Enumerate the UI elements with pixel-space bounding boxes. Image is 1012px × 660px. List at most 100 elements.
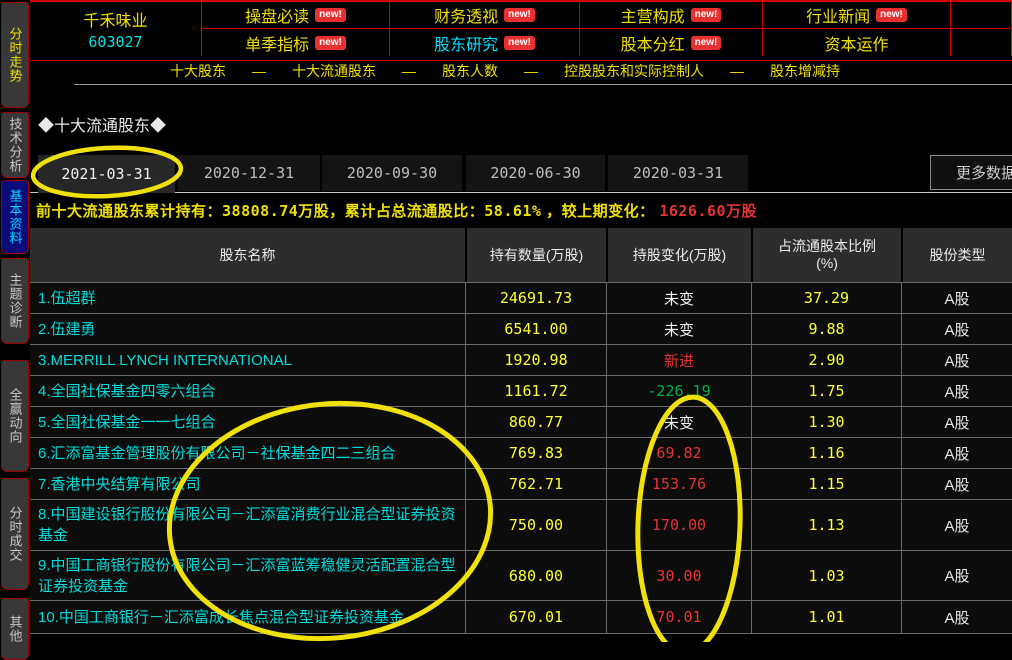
holding-change: 未变 [606, 407, 751, 437]
menu-item-shareholder-research[interactable]: 股东研究 new! [390, 29, 580, 56]
holding-change: -226.19 [606, 376, 751, 406]
col-header-percent: 占流通股本比例 (%) [751, 228, 901, 282]
more-data-button[interactable]: 更多数据 [930, 155, 1012, 190]
sidebar-item-win-trend[interactable]: 全赢动向 [1, 360, 29, 472]
summary-line: 前十大流通股东累计持有：38808.74万股，累计占总流通股比：58.61% ，… [36, 200, 757, 221]
holding-change: 未变 [606, 314, 751, 344]
sidebar-item-tech-analysis[interactable]: 技术分析 [1, 112, 29, 178]
menu-item-must-read[interactable]: 操盘必读 new! [202, 2, 390, 29]
holding-quantity: 680.00 [465, 551, 606, 600]
subnav-holding-changes[interactable]: 股东增减持 [770, 61, 840, 81]
table-row[interactable]: 8.中国建设银行股份有限公司－汇添富消费行业混合型证券投资基金 750.00 1… [30, 499, 1012, 550]
date-tab-2020-06-30[interactable]: 2020-06-30 [466, 155, 605, 191]
menu-item-industry-news[interactable]: 行业新闻 new! [763, 2, 951, 29]
table-row[interactable]: 7. 香港中央结算有限公司 762.71 153.76 1.15 A股 [30, 468, 1012, 499]
new-badge: new! [690, 8, 722, 22]
date-tab-2020-12-31[interactable]: 2020-12-31 [178, 155, 320, 191]
shareholder-name: 2. 伍建勇 [38, 320, 96, 338]
shareholder-name: 7. 香港中央结算有限公司 [38, 475, 201, 493]
holding-quantity: 1920.98 [465, 345, 606, 375]
holding-quantity: 769.83 [465, 438, 606, 468]
holding-change: 170.00 [606, 500, 751, 550]
shareholder-table: 股东名称 持有数量(万股) 持股变化(万股) 占流通股本比例 (%) 股份类型 1… [30, 228, 1012, 634]
shareholder-subnav: 十大股东 — 十大流通股东 — 股东人数 — 控股股东和实际控制人 — 股东增减… [30, 58, 1012, 84]
shareholder-name: 9.中国工商银行股份有限公司－汇添富蓝筹稳健灵活配置混合型证券投资基金 [38, 556, 456, 595]
holding-quantity: 6541.00 [465, 314, 606, 344]
menu-label: 单季指标 [245, 36, 310, 54]
summary-label: ，累计占总流通股比： [329, 203, 485, 220]
col-header-name: 股东名称 [219, 246, 276, 263]
date-tab-2020-09-30[interactable]: 2020-09-30 [322, 155, 462, 191]
share-type: A股 [901, 601, 1012, 633]
col-header-quantity: 持有数量(万股) [465, 228, 606, 282]
subnav-top10-float-shareholders[interactable]: 十大流通股东 [292, 61, 376, 81]
table-row[interactable]: 6. 汇添富基金管理股份有限公司－社保基金四二三组合 769.83 69.82 1… [30, 437, 1012, 468]
shareholder-name: 1. 伍超群 [38, 289, 96, 307]
share-type: A股 [901, 551, 1012, 600]
stock-shareholder-page: { "sidebar": { "items": [ {"label": "分时走… [0, 0, 1012, 660]
top-menu-grid: 千禾味业 603027 操盘必读 new! 财务透视 new! 主营构成 new… [30, 0, 1012, 61]
subnav-shareholder-count[interactable]: 股东人数 [442, 61, 498, 81]
shareholder-name: 3. MERRILL LYNCH INTERNATIONAL [38, 351, 292, 369]
sidebar-item-time-deals[interactable]: 分时成交 [1, 478, 29, 590]
float-percent: 1.15 [751, 469, 901, 499]
share-type: A股 [901, 283, 1012, 313]
holding-change: 153.76 [606, 469, 751, 499]
menu-cell-empty-top [951, 2, 1012, 29]
sidebar-item-other[interactable]: 其他 [1, 598, 29, 660]
float-percent: 1.16 [751, 438, 901, 468]
new-badge: new! [504, 8, 535, 22]
holding-change: 30.00 [606, 551, 751, 600]
menu-item-dividend[interactable]: 股本分红 new! [580, 29, 763, 56]
date-tab-bar: 2021-03-31 2020-12-31 2020-09-30 2020-06… [30, 155, 1012, 193]
share-type: A股 [901, 345, 1012, 375]
subnav-separator: — [252, 63, 266, 79]
shareholder-name: 4. 全国社保基金四零六组合 [38, 382, 216, 400]
table-row[interactable]: 2. 伍建勇 6541.00 未变 9.88 A股 [30, 313, 1012, 344]
table-row[interactable]: 10. 中国工商银行－汇添富成长焦点混合型证券投资基金 670.01 70.01 … [30, 600, 1012, 634]
holding-change: 未变 [606, 283, 751, 313]
table-row[interactable]: 5. 全国社保基金一一七组合 860.77 未变 1.30 A股 [30, 406, 1012, 437]
col-header-change: 持股变化(万股) [606, 228, 751, 282]
menu-item-financial-view[interactable]: 财务透视 new! [390, 2, 580, 29]
summary-change-value: 1626.60万股 [659, 202, 758, 220]
holding-change: 69.82 [606, 438, 751, 468]
subnav-controlling-shareholder[interactable]: 控股股东和实际控制人 [564, 61, 704, 81]
date-tab-2021-03-31[interactable]: 2021-03-31 [38, 155, 175, 193]
float-percent: 1.03 [751, 551, 901, 600]
sidebar-item-theme-diagnosis[interactable]: 主题诊断 [1, 258, 29, 344]
menu-item-capital-operation[interactable]: 资本运作 [763, 29, 951, 56]
subnav-top10-shareholders[interactable]: 十大股东 [170, 61, 226, 81]
table-row[interactable]: 3. MERRILL LYNCH INTERNATIONAL 1920.98 新进… [30, 344, 1012, 375]
shareholder-name: 6. 汇添富基金管理股份有限公司－社保基金四二三组合 [38, 444, 396, 462]
table-row[interactable]: 9.中国工商银行股份有限公司－汇添富蓝筹稳健灵活配置混合型证券投资基金 680.… [30, 550, 1012, 600]
sidebar-item-time-trend[interactable]: 分时走势 [1, 2, 29, 108]
date-tab-2020-03-31[interactable]: 2020-03-31 [608, 155, 748, 191]
section-title: ◆十大流通股东◆ [38, 118, 167, 135]
menu-label: 主营构成 [620, 9, 685, 26]
menu-item-quarter-indicator[interactable]: 单季指标 new! [202, 29, 390, 56]
new-badge: new! [315, 35, 346, 50]
menu-item-main-business[interactable]: 主营构成 new! [580, 2, 763, 29]
new-badge: new! [690, 35, 722, 50]
holding-change: 新进 [606, 345, 751, 375]
stock-info: 千禾味业 603027 [30, 2, 202, 56]
holding-quantity: 670.01 [465, 601, 606, 633]
sidebar-item-basic-info[interactable]: 基本资料 [1, 180, 29, 254]
summary-total-pct: 58.61% [484, 202, 542, 220]
float-percent: 1.30 [751, 407, 901, 437]
holding-quantity: 750.00 [465, 500, 606, 550]
summary-total-held: 38808.74万股 [222, 202, 330, 220]
summary-label: ，较上期变化： [541, 203, 660, 220]
share-type: A股 [901, 438, 1012, 468]
holding-change: 70.01 [606, 601, 751, 633]
col-header-share-type: 股份类型 [901, 228, 1012, 282]
shareholder-name: 8.中国建设银行股份有限公司－汇添富消费行业混合型证券投资基金 [38, 506, 456, 544]
summary-label: 前十大流通股东累计持有： [36, 203, 223, 220]
float-percent: 1.01 [751, 601, 901, 633]
table-row[interactable]: 4. 全国社保基金四零六组合 1161.72 -226.19 1.75 A股 [30, 375, 1012, 406]
share-type: A股 [901, 314, 1012, 344]
holding-quantity: 762.71 [465, 469, 606, 499]
table-row[interactable]: 1. 伍超群 24691.73 未变 37.29 A股 [30, 282, 1012, 313]
share-type: A股 [901, 469, 1012, 499]
